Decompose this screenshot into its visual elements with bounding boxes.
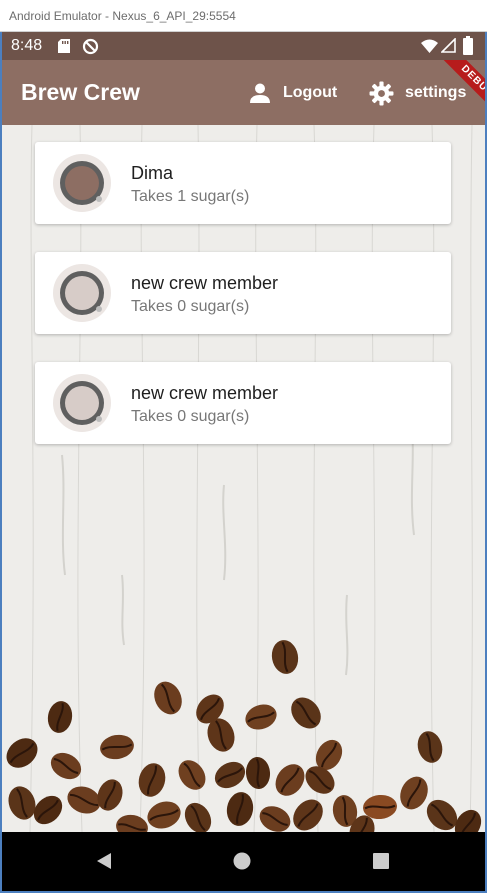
debug-banner: DEBUG (422, 60, 485, 115)
signal-icon (441, 38, 456, 53)
debug-label: DEBUG (439, 60, 485, 115)
avatar (53, 154, 111, 212)
battery-icon (463, 36, 473, 55)
member-card[interactable]: new crew member Takes 0 sugar(s) (35, 362, 451, 444)
status-time: 8:48 (11, 37, 43, 54)
logout-label: Logout (283, 84, 338, 101)
member-sugars: Takes 0 sugar(s) (131, 298, 250, 315)
data-saver-icon (82, 38, 99, 55)
avatar (53, 374, 111, 432)
app-bar: Brew Crew Logout settings (2, 60, 485, 125)
cup-fill (65, 386, 99, 420)
content-area: Dima Takes 1 sugar(s) new crew member Ta… (2, 125, 485, 832)
app-title: Brew Crew (21, 79, 140, 105)
window-title: Android Emulator - Nexus_6_API_29:5554 (9, 9, 236, 23)
android-nav-bar (2, 832, 485, 891)
member-name: new crew member (131, 383, 279, 403)
coffee-beans (6, 640, 482, 832)
coffee-cup-icon (60, 161, 104, 205)
member-card[interactable]: new crew member Takes 0 sugar(s) (35, 252, 451, 334)
window-titlebar: Android Emulator - Nexus_6_API_29:5554 (0, 0, 487, 32)
status-bar: 8:48 (2, 32, 485, 60)
avatar (53, 264, 111, 322)
cup-fill (65, 276, 99, 310)
coffee-cup-icon (60, 271, 104, 315)
person-icon (250, 83, 270, 103)
recents-icon[interactable] (371, 851, 391, 871)
member-sugars: Takes 1 sugar(s) (131, 188, 250, 205)
wifi-icon (421, 39, 438, 53)
member-name: Dima (131, 163, 174, 183)
sd-card-icon (58, 39, 70, 53)
member-sugars: Takes 0 sugar(s) (131, 408, 250, 425)
member-name: new crew member (131, 273, 279, 293)
gear-icon (369, 81, 394, 105)
back-icon[interactable] (94, 851, 114, 871)
member-card[interactable]: Dima Takes 1 sugar(s) (35, 142, 451, 224)
wood-background (6, 125, 482, 832)
logout-button[interactable]: Logout (249, 78, 337, 108)
coffee-cup-icon (60, 381, 104, 425)
home-icon[interactable] (232, 851, 252, 871)
cup-fill (65, 166, 99, 200)
